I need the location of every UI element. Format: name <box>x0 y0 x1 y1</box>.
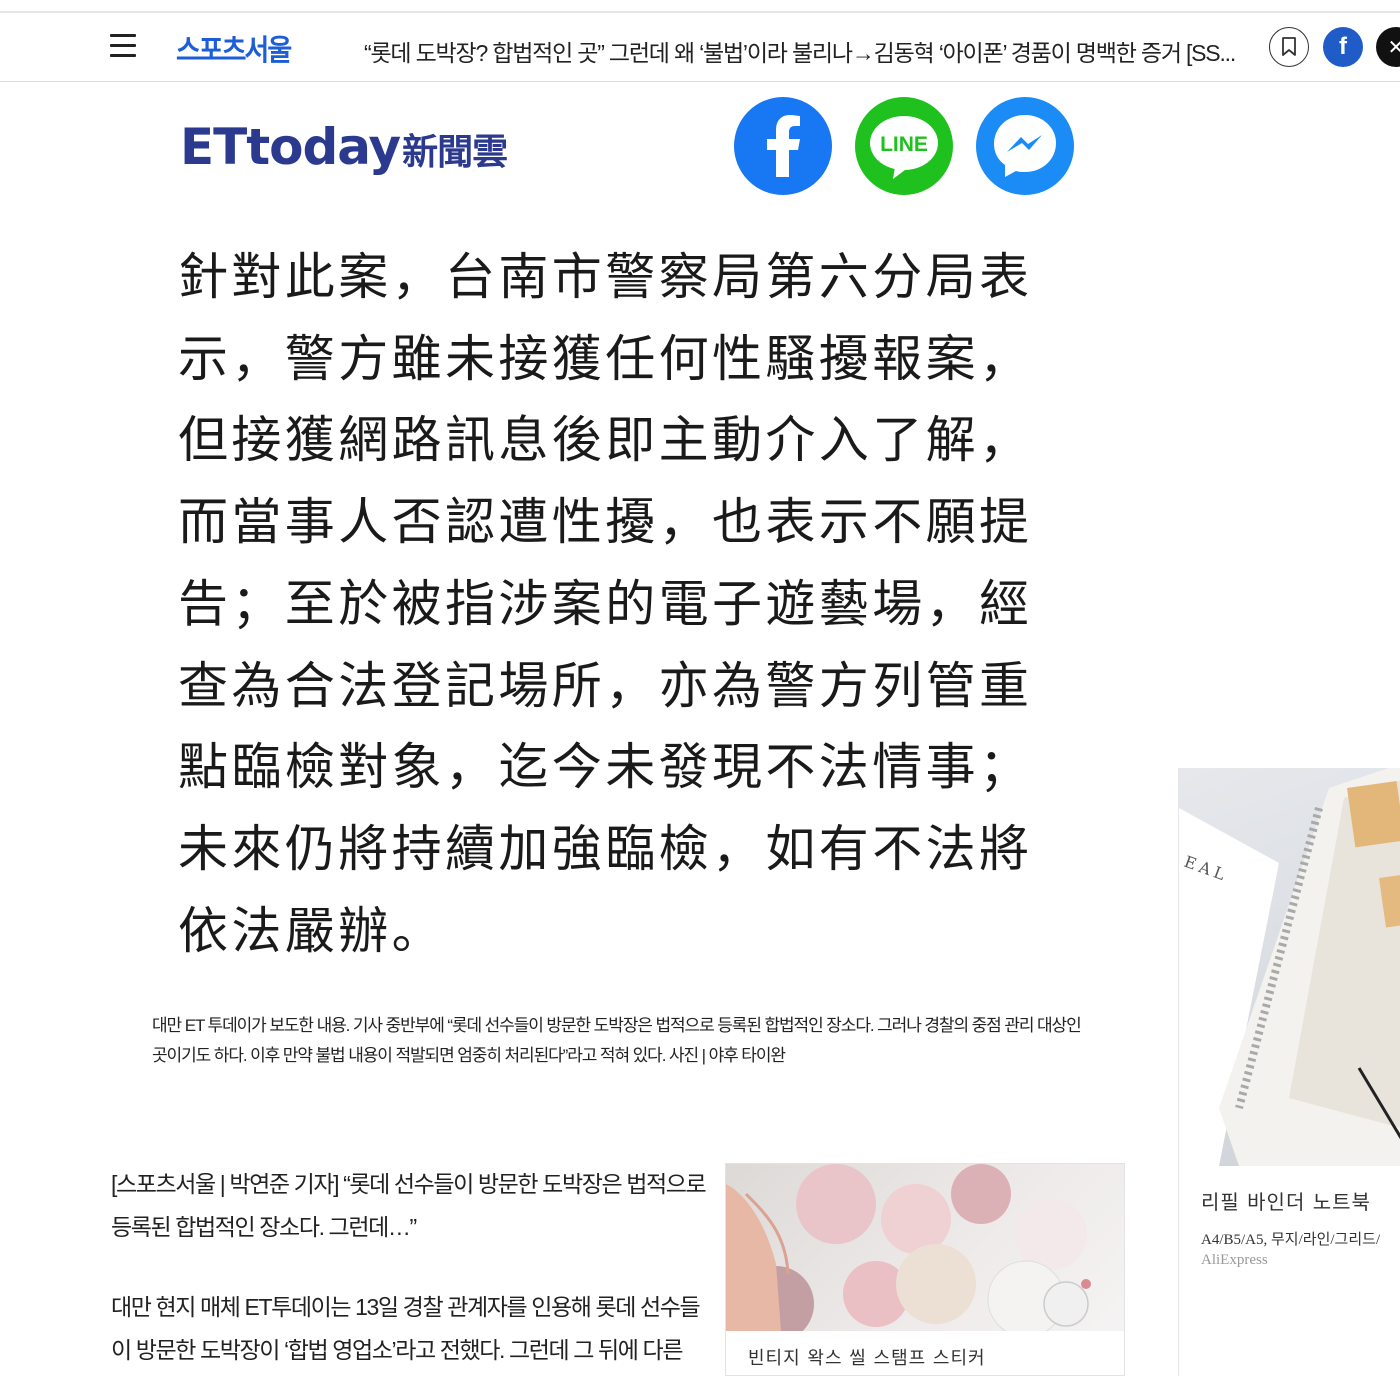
sportsseoul-logo[interactable]: 스포츠서울 <box>176 26 292 68</box>
zh-line: 查為合法登記場所，亦為警方列管重 <box>178 656 1033 715</box>
x-twitter-icon: ✕ <box>1387 35 1400 59</box>
bookmark-icon <box>1282 37 1296 56</box>
wax-seal-ad-image <box>726 1164 1124 1331</box>
zh-line: 點臨檢對象，迄今未發現不法情事； <box>178 738 1033 797</box>
article-paragraph: [스포츠서울 | 박연준 기자] “롯데 선수들이 방문한 도박장은 법적으로 … <box>111 1171 707 1240</box>
bookmark-button[interactable] <box>1269 27 1309 67</box>
line-icon: LINE <box>870 116 938 179</box>
ettoday-logo-chinese: 新聞雲 <box>402 132 508 173</box>
sidebar-ad-title[interactable]: 리필 바인더 노트북 <box>1201 1186 1371 1215</box>
facebook-icon <box>767 115 800 177</box>
article-body: [스포츠서울 | 박연준 기자] “롯데 선수들이 방문한 도박장은 법적으로 … <box>111 1163 711 1376</box>
messenger-icon <box>994 115 1056 177</box>
sidebar-ad-subtitle: A4/B5/A5, 무지/라인/그리드/ <box>1201 1232 1381 1248</box>
image-caption: 대만 ET 투데이가 보도한 내용. 기사 중반부에 “롯데 선수들이 방문한 … <box>152 1016 1082 1065</box>
zh-line: 未來仍將持續加強臨檢，如有不法將 <box>178 819 1033 878</box>
messenger-share-badge <box>976 97 1074 195</box>
hamburger-menu-icon[interactable] <box>110 34 138 60</box>
facebook-share-badge <box>734 97 832 195</box>
line-share-badge: LINE <box>855 97 953 195</box>
zh-line: 告；至於被指涉案的電子遊藝場，經 <box>178 574 1033 633</box>
binder-notebook-ad-image: EAL <box>1179 768 1400 1166</box>
zh-line: 而當事人否認遭性擾，也表示不願提 <box>178 493 1033 552</box>
ettoday-logo: ETtoday 新聞雲 <box>180 118 508 176</box>
sidebar-ad-source: AliExpress <box>1201 1252 1268 1268</box>
ettoday-article-image: ETtoday 新聞雲 LINE 針對此案，台南市警察局第六分局表 示，警方雖未… <box>150 84 1080 984</box>
sidebar-ad-card[interactable]: EAL 리필 바인더 노트북 A4/B5/A5, 무지/라인/그리드/ AliE… <box>1178 768 1400 1376</box>
facebook-icon: f <box>1339 33 1347 60</box>
svg-text:LINE: LINE <box>880 133 928 156</box>
zh-line: 針對此案，台南市警察局第六分局表 <box>178 248 1033 306</box>
chinese-article-text: 針對此案，台南市警察局第六分局表 示，警方雖未接獲任何性騷擾報案， 但接獲網路訊… <box>178 237 1058 972</box>
inline-ad-card[interactable]: 빈티지 왁스 씰 스탬프 스티커 <box>725 1163 1125 1376</box>
inline-ad-title[interactable]: 빈티지 왁스 씰 스탬프 스티커 <box>748 1344 986 1370</box>
zh-line: 示，警方雖未接獲任何性騷擾報案， <box>178 329 1033 388</box>
zh-line: 依法嚴辦。 <box>178 901 445 960</box>
article-headline: “롯데 도박장? 합법적인 곳” 그런데 왜 ‘불법’이라 불리나→김동혁 ‘아… <box>364 40 1236 66</box>
article-paragraph: 대만 현지 매체 ET투데이는 13일 경찰 관계자를 인용해 롯데 선수들이 … <box>111 1294 701 1363</box>
ettoday-logo-text: ETtoday <box>180 118 401 176</box>
top-border <box>0 0 1400 13</box>
site-header: 스포츠서울 “롯데 도박장? 합법적인 곳” 그런데 왜 ‘불법’이라 불리나→… <box>0 14 1400 82</box>
zh-line: 但接獲網路訊息後即主動介入了解， <box>178 411 1033 470</box>
x-share-button[interactable]: ✕ <box>1376 27 1400 67</box>
facebook-share-button[interactable]: f <box>1323 27 1363 67</box>
